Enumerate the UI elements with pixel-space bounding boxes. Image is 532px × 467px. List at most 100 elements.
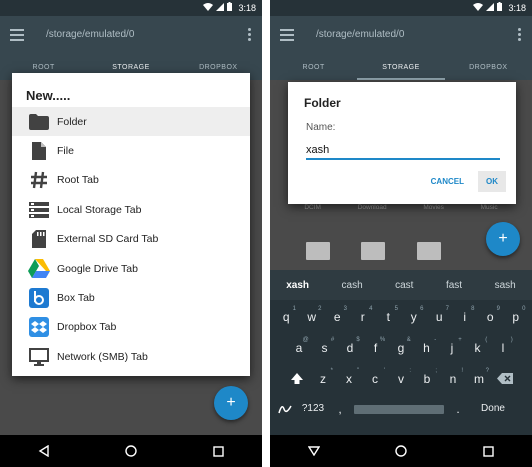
app-bar: /storage/emulated/0 — [270, 16, 532, 56]
signal-icon — [486, 2, 494, 11]
key-hint: ! — [461, 368, 463, 374]
key-p[interactable]: 0p — [503, 304, 529, 330]
key-hint: 2 — [318, 306, 322, 312]
folder-icon[interactable] — [416, 242, 441, 260]
new-file-item[interactable]: File — [12, 136, 250, 165]
suggestion[interactable]: cast — [395, 280, 413, 291]
key-char: e — [333, 310, 341, 324]
tab-storage[interactable]: STORAGE — [357, 56, 445, 80]
file-icon — [28, 140, 50, 162]
folder-dialog: Folder Name: CANCEL OK — [288, 82, 516, 204]
key-l[interactable]: ) l — [490, 335, 516, 361]
key-char: p — [512, 310, 520, 324]
tab-dropbox[interactable]: DROPBOX — [445, 56, 532, 80]
key-y[interactable]: 6y — [401, 304, 427, 330]
key-i[interactable]: 8i — [452, 304, 478, 330]
key-hint: 6 — [420, 306, 424, 312]
folder-label: Download — [357, 204, 387, 211]
key-v[interactable]: :v — [388, 366, 414, 392]
key-hint: 8 — [471, 306, 475, 312]
suggestion[interactable]: cash — [342, 280, 363, 291]
ok-button[interactable]: OK — [478, 171, 506, 192]
more-options-icon[interactable] — [248, 28, 252, 43]
navigation-bar — [0, 435, 262, 467]
battery-icon — [497, 2, 502, 11]
key-char: t — [386, 310, 390, 324]
done-key[interactable]: Done — [468, 396, 518, 422]
key-row-3: * z " x ' c: v; b! n? m — [270, 366, 532, 392]
back-icon[interactable] — [38, 445, 50, 457]
more-options-icon[interactable] — [518, 28, 522, 43]
shift-key[interactable] — [284, 366, 310, 392]
new-root-tab-item[interactable]: Root Tab — [12, 166, 250, 195]
recents-icon[interactable] — [213, 445, 224, 457]
recents-icon[interactable] — [483, 445, 494, 457]
key-a[interactable]: @ a — [286, 335, 312, 361]
key-char: b — [423, 372, 431, 386]
folder-label: DCIM — [304, 204, 321, 211]
key-hint: - — [434, 337, 437, 343]
key-hint: ' — [383, 368, 385, 374]
key-char: g — [397, 341, 405, 355]
tab-root[interactable]: ROOT — [270, 56, 357, 80]
new-box-tab-item[interactable]: Box Tab — [12, 283, 250, 312]
cancel-button[interactable]: CANCEL — [423, 171, 472, 192]
key-c[interactable]: ' c — [362, 366, 388, 392]
shift-icon — [291, 373, 303, 384]
folder-icon[interactable] — [305, 242, 330, 260]
folder-name-input[interactable] — [306, 142, 500, 160]
key-s[interactable]: # s — [312, 335, 338, 361]
period-key[interactable]: . — [448, 396, 468, 422]
new-dropbox-tab-item[interactable]: Dropbox Tab — [12, 313, 250, 342]
backspace-key[interactable] — [492, 366, 518, 392]
key-row-1: 1q2w3e4r5t6y7u8i9o0p — [270, 304, 532, 330]
back-down-icon[interactable] — [307, 446, 320, 456]
home-icon[interactable] — [125, 445, 138, 457]
folder-icon[interactable] — [361, 242, 386, 260]
key-hint: 0 — [522, 306, 526, 312]
status-bar: 3:18 — [270, 0, 532, 16]
key-char: r — [360, 310, 365, 324]
suggestion[interactable]: sash — [495, 280, 516, 291]
key-o[interactable]: 9o — [478, 304, 504, 330]
emoji-key[interactable] — [274, 396, 296, 422]
key-u[interactable]: 7u — [427, 304, 453, 330]
suggestion[interactable]: xash — [286, 280, 309, 291]
new-local-storage-tab-item[interactable]: Local Storage Tab — [12, 195, 250, 224]
key-hint: 4 — [369, 306, 373, 312]
symbols-key[interactable]: ?123 — [296, 396, 330, 422]
wifi-icon — [473, 2, 483, 11]
key-char: y — [410, 310, 417, 324]
key-hint: 7 — [445, 306, 449, 312]
folder-label: Movies — [423, 204, 444, 211]
key-char: c — [372, 372, 378, 386]
key-row-bottom: ?123 , . Done — [270, 392, 532, 426]
menu-icon[interactable] — [10, 29, 24, 41]
new-network-smb-tab-item[interactable]: Network (SMB) Tab — [12, 342, 250, 371]
key-r[interactable]: 4r — [350, 304, 376, 330]
suggestion[interactable]: fast — [446, 280, 462, 291]
google-drive-icon — [28, 258, 50, 280]
key-n[interactable]: ! n — [440, 366, 466, 392]
new-external-sd-tab-item[interactable]: External SD Card Tab — [12, 225, 250, 254]
key-x[interactable]: " x — [336, 366, 362, 392]
add-fab-button[interactable]: + — [214, 386, 248, 420]
status-time: 3:18 — [238, 3, 256, 13]
key-hint: & — [406, 337, 411, 343]
add-fab-button[interactable]: + — [486, 222, 520, 256]
new-google-drive-tab-item[interactable]: Google Drive Tab — [12, 254, 250, 283]
menu-icon[interactable] — [280, 29, 294, 41]
key-m[interactable]: ? m — [466, 366, 492, 392]
key-hint: ) — [510, 337, 513, 343]
key-e[interactable]: 3e — [325, 304, 351, 330]
key-b[interactable]: ; b — [414, 366, 440, 392]
left-screenshot: 3:18 /storage/emulated/0 ROOT STORAGE DR… — [0, 0, 262, 467]
new-folder-item[interactable]: Folder — [12, 107, 250, 137]
key-hint: % — [379, 337, 386, 343]
key-z[interactable]: * z — [310, 366, 336, 392]
key-hint: 5 — [394, 306, 398, 312]
space-bar[interactable] — [350, 396, 448, 422]
comma-key[interactable]: , — [330, 396, 350, 422]
key-q[interactable]: 1q — [274, 304, 300, 330]
home-icon[interactable] — [395, 445, 408, 457]
